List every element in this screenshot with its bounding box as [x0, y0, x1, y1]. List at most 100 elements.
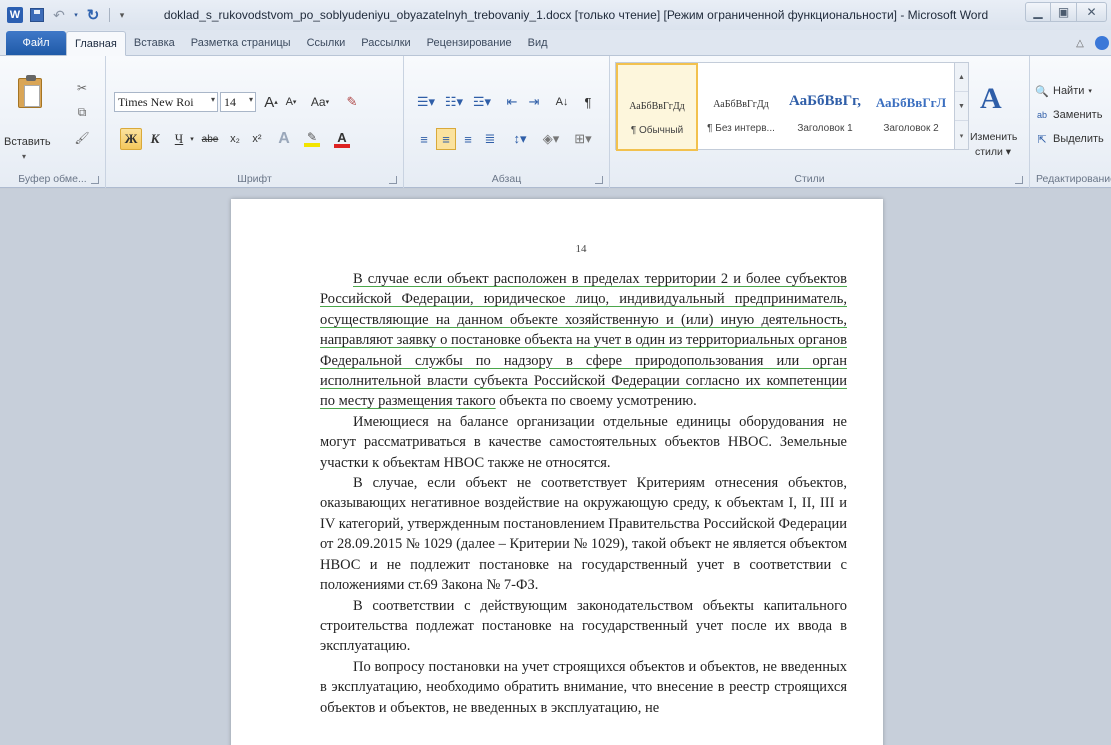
minimize-icon[interactable]: ▁ [1025, 2, 1051, 22]
text-effects-icon[interactable]: A [274, 128, 294, 150]
style-heading-1-sample: АаБбВвГг, [788, 93, 862, 109]
style-heading-2-sample: АаБбВвГгЛ [875, 95, 947, 110]
highlight-color-swatch [304, 143, 320, 147]
style-heading-2[interactable]: АаБбВвГгЛ Заголовок 2 [868, 63, 954, 151]
superscript-button[interactable]: x² [248, 128, 266, 150]
format-painter-icon[interactable]: 🖌 [74, 130, 90, 146]
style-heading-1[interactable]: АаБбВвГг, Заголовок 1 [782, 63, 868, 151]
style-no-spacing[interactable]: АаБбВвГгДд ¶ Без интерв... [700, 63, 782, 151]
tab-view[interactable]: Вид [520, 31, 556, 55]
document-text[interactable]: В случае если объект расположен в предел… [320, 269, 847, 718]
styles-launcher-icon[interactable] [1015, 176, 1023, 184]
styles-more-icon[interactable]: ▾ [955, 121, 968, 150]
clear-formatting-icon[interactable]: ✎ [342, 91, 362, 113]
customize-qat-icon[interactable]: ▾ [117, 6, 127, 24]
save-icon[interactable] [28, 6, 46, 24]
editing-group-label: Редактирование [1036, 173, 1111, 185]
tab-home[interactable]: Главная [66, 31, 126, 56]
line-spacing-icon[interactable]: ↕▾ [508, 128, 532, 150]
shading-icon[interactable]: ◈▾ [538, 128, 564, 150]
paste-dropdown-icon[interactable]: ▾ [22, 152, 26, 161]
styles-scroll-up-icon[interactable]: ▲ [955, 63, 968, 92]
style-heading-1-name: Заголовок 1 [797, 123, 853, 134]
paste-icon[interactable] [10, 74, 50, 120]
align-left-icon[interactable]: ≡ [414, 128, 434, 150]
find-icon: 🔍 [1035, 85, 1049, 98]
change-styles-icon[interactable]: A [980, 82, 1002, 116]
minimize-ribbon-icon[interactable]: △ [1071, 34, 1089, 52]
change-case-button[interactable]: Aa ▾ [306, 91, 334, 113]
underline-dropdown-icon[interactable]: ▾ [188, 128, 196, 150]
font-size-combo[interactable]: 14 ▾ [220, 92, 256, 112]
font-name-combo[interactable]: Times New Roi ▾ [114, 92, 218, 112]
font-size-value: 14 [224, 94, 236, 109]
style-normal[interactable]: АаБбВвГгДд ¶ Обычный [616, 63, 698, 151]
tab-references[interactable]: Ссылки [299, 31, 354, 55]
tab-review[interactable]: Рецензирование [419, 31, 520, 55]
change-styles-button[interactable]: Изменить стили ▾ [970, 130, 1017, 160]
align-right-icon[interactable]: ≡ [458, 128, 478, 150]
replace-button[interactable]: ab Заменить [1035, 108, 1102, 122]
copy-icon[interactable]: ⧉ [74, 104, 90, 120]
page-number: 14 [575, 243, 587, 255]
sort-icon[interactable]: A↓ [552, 91, 572, 113]
tab-file[interactable]: Файл [6, 31, 66, 55]
font-name-value: Times New Roi [118, 94, 194, 109]
increase-indent-icon[interactable]: ⇥ [524, 91, 544, 113]
shrink-font-button[interactable]: A ▾ [282, 91, 300, 113]
paragraph-segment: объекта по своему усмотрению. [495, 393, 697, 410]
undo-dropdown-icon[interactable]: ▾ [72, 6, 80, 24]
tab-mailings[interactable]: Рассылки [353, 31, 418, 55]
document-page[interactable]: 14 В случае если объект расположен в пре… [231, 199, 883, 745]
styles-scroll-down-icon[interactable]: ▼ [955, 92, 968, 121]
paragraph-group-label: Абзац [491, 173, 522, 185]
italic-button[interactable]: К [146, 128, 164, 150]
styles-gallery-scroll[interactable]: ▲ ▼ ▾ [955, 62, 969, 150]
title-bar: W ↶ ▾ ↻ ▾ doklad_s_rukovodstvom_po_sobly… [0, 0, 1111, 30]
tab-page-layout[interactable]: Разметка страницы [183, 31, 299, 55]
bullets-icon[interactable]: ☰▾ [414, 91, 438, 113]
word-app-icon[interactable]: W [6, 6, 24, 24]
clipboard-launcher-icon[interactable] [91, 176, 99, 184]
paragraph: Имеющиеся на балансе организации отдельн… [320, 413, 847, 471]
style-no-spacing-name: ¶ Без интерв... [707, 123, 775, 134]
styles-group-label: Стили [794, 173, 825, 185]
maximize-icon[interactable]: ▣ [1051, 2, 1077, 22]
decrease-indent-icon[interactable]: ⇤ [502, 91, 522, 113]
borders-icon[interactable]: ⊞▾ [570, 128, 596, 150]
close-icon[interactable]: ✕ [1077, 2, 1107, 22]
align-center-icon[interactable]: ≡ [436, 128, 456, 150]
style-normal-sample: АаБбВвГгДд [629, 101, 685, 112]
paragraph: В соответствии с действующим законодател… [320, 597, 847, 655]
find-button[interactable]: 🔍 Найти ▾ [1035, 84, 1092, 98]
window-title: doklad_s_rukovodstvom_po_soblyudeniyu_ob… [163, 8, 989, 22]
ribbon-tabs: Файл Главная Вставка Разметка страницы С… [0, 30, 1111, 56]
underline-button[interactable]: Ч [170, 128, 188, 150]
highlight-color-icon[interactable]: ✎ [300, 128, 324, 150]
grow-font-button[interactable]: A ▴ [262, 91, 280, 113]
style-normal-name: ¶ Обычный [630, 125, 684, 136]
bold-button[interactable]: Ж [120, 128, 142, 150]
undo-icon[interactable]: ↶ [50, 6, 68, 24]
font-launcher-icon[interactable] [389, 176, 397, 184]
paragraph: По вопросу постановки на учет строящихся… [320, 658, 847, 716]
select-button[interactable]: ⇱ Выделить [1035, 132, 1103, 146]
replace-icon: ab [1036, 110, 1047, 120]
justify-icon[interactable]: ≣ [480, 128, 500, 150]
multilevel-list-icon[interactable]: ☲▾ [470, 91, 494, 113]
window-controls: ▁ ▣ ✕ [1025, 0, 1107, 30]
strikethrough-button[interactable]: abe [198, 128, 222, 150]
paste-button[interactable]: Вставить [4, 136, 51, 148]
paragraph-underlined-segment: В случае если объект расположен в предел… [320, 271, 847, 410]
document-area[interactable]: 14 В случае если объект расположен в пре… [0, 189, 1111, 745]
font-color-icon[interactable]: A [330, 128, 354, 150]
paragraph: В случае, если объект не соответствует К… [320, 475, 847, 594]
cut-icon[interactable]: ✂ [74, 80, 90, 96]
numbering-icon[interactable]: ☷▾ [442, 91, 466, 113]
tab-insert[interactable]: Вставка [126, 31, 183, 55]
redo-icon[interactable]: ↻ [84, 6, 102, 24]
subscript-button[interactable]: x₂ [226, 128, 244, 150]
show-marks-icon[interactable]: ¶ [578, 91, 598, 113]
clipboard-group: Вставить ▾ ✂ ⧉ 🖌 Буфер обме... [0, 56, 106, 188]
help-icon[interactable] [1095, 36, 1109, 50]
